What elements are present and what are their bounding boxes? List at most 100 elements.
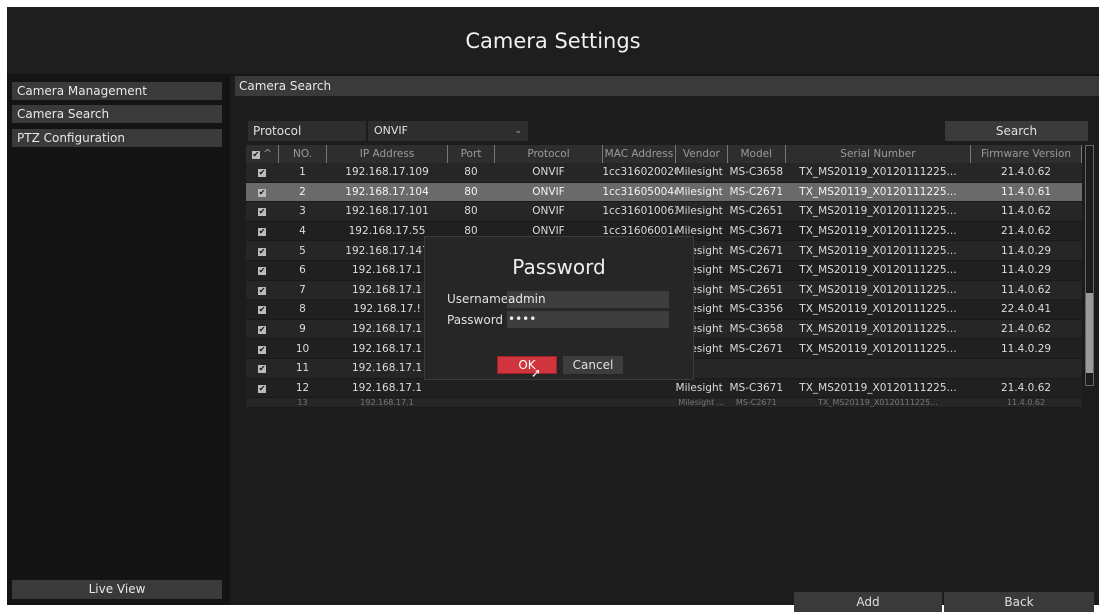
cell-protocol: ONVIF xyxy=(494,163,603,183)
cell-model: MS-C3658 xyxy=(727,319,786,340)
password-field[interactable]: •••• xyxy=(507,311,669,328)
cell-serial: TX_MS20119_X0120111225... xyxy=(785,299,971,320)
row-checkbox[interactable]: ✔ xyxy=(258,267,267,276)
cell-model: MS-C2671 xyxy=(727,240,786,261)
cell-mac: 1cc316020020 xyxy=(602,163,676,183)
table-row[interactable]: 13 192.168.17.1 Milesight ... MS-C2671 TX_MS… xyxy=(246,397,1082,409)
table-header: ✔ ^ NO. IP Address Port Protocol MAC Add… xyxy=(246,145,1082,163)
cell-model: MS-C3671 xyxy=(727,378,786,399)
protocol-select[interactable]: ONVIF ⌄ xyxy=(368,121,528,141)
sidebar-item-camera-management[interactable]: Camera Management xyxy=(12,82,222,100)
sidebar-item-camera-search[interactable]: Camera Search xyxy=(12,105,222,123)
live-view-button[interactable]: Live View xyxy=(12,580,222,599)
checkbox-icon: ✔ xyxy=(251,150,260,159)
cell-firmware: 11.4.0.29 xyxy=(970,260,1082,281)
cell-serial: TX_MS20119_X0120111225... xyxy=(785,260,971,281)
cell-ip: 192.168.17.1 xyxy=(326,397,448,409)
cell-serial: TX_MS20119_X0120111225... xyxy=(785,319,971,340)
panel-title: Camera Search xyxy=(235,76,1099,96)
chevron-down-icon: ⌄ xyxy=(514,126,522,136)
cell-firmware: 11.4.0.61 xyxy=(970,182,1082,203)
cell-model: MS-C2671 xyxy=(727,397,786,409)
cell-firmware: 11.4.0.29 xyxy=(970,338,1082,359)
cell-protocol: ONVIF xyxy=(494,201,603,222)
scrollbar-thumb[interactable] xyxy=(1086,293,1093,373)
cell-empty xyxy=(246,397,279,409)
cell-no: 12 xyxy=(278,378,327,399)
column-header-port[interactable]: Port xyxy=(447,145,496,163)
row-checkbox[interactable]: ✔ xyxy=(258,208,267,217)
cell-port xyxy=(447,378,495,399)
cell-no: 7 xyxy=(278,280,327,301)
cell-no: 3 xyxy=(278,201,327,222)
cell-no: 5 xyxy=(278,240,327,261)
cell-firmware: 21.4.0.62 xyxy=(970,221,1082,242)
row-checkbox[interactable]: ✔ xyxy=(258,345,267,354)
table-scrollbar[interactable] xyxy=(1085,145,1094,386)
sort-arrow-icon[interactable]: ^ xyxy=(263,148,272,160)
column-header-ip[interactable]: IP Address xyxy=(326,145,448,163)
username-field[interactable]: admin xyxy=(507,291,669,308)
cell-ip: 192.168.17.1 xyxy=(326,378,448,399)
sidebar-item-ptz-configuration[interactable]: PTZ Configuration xyxy=(12,129,222,147)
cell-empty xyxy=(494,397,603,409)
column-header-protocol[interactable]: Protocol xyxy=(494,145,603,163)
cell-no: 2 xyxy=(278,182,327,203)
cell-empty xyxy=(602,397,676,409)
row-checkbox[interactable]: ✔ xyxy=(258,326,267,335)
cell-firmware: 11.4.0.62 xyxy=(970,397,1082,409)
cell-serial: TX_MS20119_X0120111225... xyxy=(785,280,971,301)
back-button[interactable]: Back xyxy=(944,592,1094,612)
cancel-button[interactable]: Cancel xyxy=(563,356,623,374)
cell-serial: TX_MS20119_X0120111225... xyxy=(785,240,971,261)
column-header-firmware[interactable]: Firmware Version xyxy=(970,145,1082,163)
cell-firmware: 11.4.0.29 xyxy=(970,240,1082,261)
column-header-model[interactable]: Model xyxy=(727,145,786,163)
cell-model: MS-C2651 xyxy=(727,201,786,222)
row-checkbox[interactable]: ✔ xyxy=(258,188,267,197)
row-checkbox[interactable]: ✔ xyxy=(258,247,267,256)
mouse-cursor-icon: ➚ xyxy=(531,366,542,380)
cell-serial xyxy=(785,358,971,379)
row-checkbox[interactable]: ✔ xyxy=(258,306,267,315)
column-header-mac[interactable]: MAC Address xyxy=(602,145,677,163)
cell-model: MS-C2651 xyxy=(727,280,786,301)
column-header-serial[interactable]: Serial Number xyxy=(785,145,972,163)
cell-mac: 1cc31605004e xyxy=(602,182,676,203)
add-button[interactable]: Add xyxy=(794,592,942,612)
cell-vendor: Milesight ... xyxy=(675,182,728,203)
row-checkbox[interactable]: ✔ xyxy=(258,384,267,393)
cell-vendor: Milesight ... xyxy=(675,201,728,222)
cell-model xyxy=(727,358,786,379)
table-row[interactable]: ✔ 2 192.168.17.104 80 ONVIF 1cc31605004e Miles… xyxy=(246,182,1082,203)
cell-firmware: 21.4.0.62 xyxy=(970,319,1082,340)
cell-firmware: 21.4.0.62 xyxy=(970,378,1082,399)
cell-serial: TX_MS20119_X0120111225... xyxy=(785,397,971,409)
search-button[interactable]: Search xyxy=(945,121,1088,141)
table-row[interactable]: ✔ 12192.168.17.1 Milesight ...MS-C3671TX_M… xyxy=(246,378,1082,399)
cell-firmware xyxy=(970,358,1082,379)
cell-firmware: 11.4.0.62 xyxy=(970,280,1082,301)
cell-no: 4 xyxy=(278,221,327,242)
cell-no: 8 xyxy=(278,299,327,320)
ok-button[interactable]: OK xyxy=(497,356,557,374)
username-label: Username xyxy=(447,292,509,306)
row-checkbox[interactable]: ✔ xyxy=(258,228,267,237)
select-all-checkbox[interactable]: ✔ ^ xyxy=(246,145,279,163)
column-header-no[interactable]: NO. xyxy=(278,145,328,163)
cell-vendor: Milesight ... xyxy=(675,378,728,399)
row-checkbox[interactable]: ✔ xyxy=(258,365,267,374)
row-checkbox[interactable]: ✔ xyxy=(258,286,267,295)
cell-model: MS-C3658 xyxy=(727,163,786,183)
cell-vendor: Milesight ... xyxy=(675,397,728,409)
cell-serial: TX_MS20119_X0120111225... xyxy=(785,201,971,222)
cell-mac: 1cc316010063 xyxy=(602,201,676,222)
table-row[interactable]: ✔ 3 192.168.17.101 80 ONVIF 1cc316010063 Miles… xyxy=(246,201,1082,222)
cell-no: 11 xyxy=(278,358,327,379)
cell-no: 1 xyxy=(278,163,327,183)
row-checkbox[interactable]: ✔ xyxy=(258,169,267,178)
cell-serial: TX_MS20119_X0120111225... xyxy=(785,182,971,203)
column-header-vendor[interactable]: Vendor xyxy=(675,145,728,163)
cell-serial: TX_MS20119_X0120111225... xyxy=(785,221,971,242)
table-row[interactable]: ✔ 1 192.168.17.109 80 ONVIF 1cc316020020 Miles… xyxy=(246,163,1082,183)
